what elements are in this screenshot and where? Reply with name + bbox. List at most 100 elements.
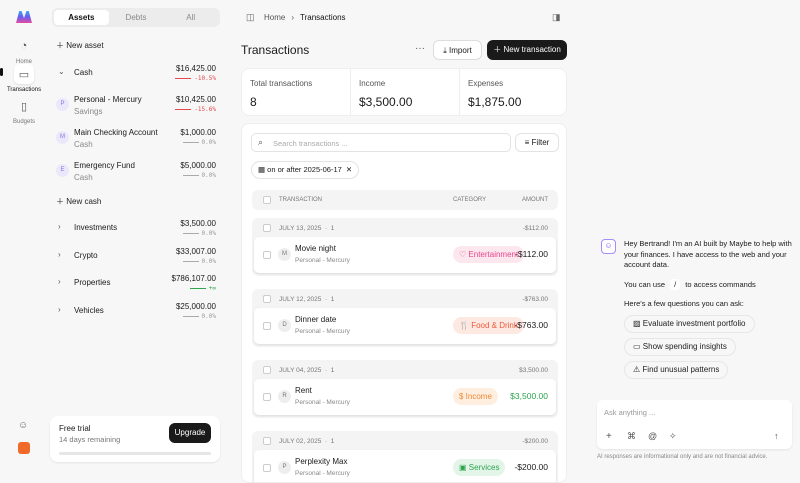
plus-icon: ＋: [56, 197, 67, 206]
page-title: Transactions: [241, 43, 310, 57]
sparkline: [182, 142, 199, 143]
chevron-right-icon: ›: [58, 277, 61, 286]
category-icon: ▣: [459, 463, 469, 472]
chat-input-box[interactable]: Ask anything ... + ⌘ @ ✧ ↑: [597, 400, 792, 449]
category-badge[interactable]: $ Income: [453, 388, 498, 405]
search-icon: ⌕: [258, 137, 264, 147]
tab-debts[interactable]: Debts: [109, 10, 164, 25]
category-icon: $: [459, 392, 466, 401]
transaction-date-group: JULY 13, 2025 · 1 -$112.00 M Movie night…: [252, 218, 558, 276]
group-checkbox[interactable]: [263, 366, 271, 374]
nav-home[interactable]: ◔ Home: [4, 36, 44, 65]
command-icon[interactable]: ⌘: [627, 431, 636, 442]
new-asset-button[interactable]: ＋ New asset: [56, 40, 216, 51]
chart-icon: ▨: [633, 319, 643, 328]
stat-expenses: Expenses $1,875.00: [468, 79, 522, 109]
more-options-icon[interactable]: ···: [415, 43, 425, 54]
group-investments[interactable]: › Investments $3,500.00 0.0%: [56, 219, 216, 239]
account-type-tabs: Assets Debts All: [52, 8, 220, 27]
group-checkbox[interactable]: [263, 224, 271, 232]
transaction-date-group: JULY 02, 2025 · 1 -$200.00 P Perplexity …: [252, 431, 558, 482]
logo[interactable]: [16, 11, 32, 23]
ai-avatar-icon: ☺: [601, 239, 616, 254]
chevron-right-icon: ›: [58, 305, 61, 314]
select-all-checkbox[interactable]: [263, 196, 271, 204]
chat-panel-toggle-icon[interactable]: ◨: [552, 12, 561, 23]
avatar: P: [278, 461, 291, 474]
table-header: TRANSACTION CATEGORY AMOUNT: [252, 190, 558, 210]
upgrade-button[interactable]: Upgrade: [169, 423, 211, 443]
window-icon: ▭: [633, 342, 643, 351]
row-checkbox[interactable]: [263, 322, 271, 330]
mention-icon[interactable]: @: [648, 431, 657, 441]
category-badge[interactable]: ▣ Services: [453, 459, 506, 476]
filter-icon: ≡: [524, 138, 532, 147]
app-nav: ◔ Home ▭ Transactions ▯ Budgets ☺: [0, 0, 48, 470]
avatar: R: [278, 390, 291, 403]
transaction-name[interactable]: Perplexity Max: [295, 457, 347, 466]
tab-assets[interactable]: Assets: [54, 10, 109, 25]
transaction-row[interactable]: P Perplexity Max Personal - Mercury ▣ Se…: [254, 450, 556, 482]
sparkline: [182, 261, 199, 262]
category-badge[interactable]: 🍴 Food & Drink: [453, 317, 524, 334]
category-icon: 🍴: [459, 321, 472, 330]
sidebar-toggle-icon[interactable]: ◫: [246, 12, 255, 23]
account-item[interactable]: M Main Checking Account Cash $1,000.00 0…: [56, 128, 216, 152]
remove-filter-icon[interactable]: ✕: [346, 165, 352, 174]
chevron-right-icon: ›: [58, 250, 61, 259]
import-button[interactable]: ⤓ Import: [433, 40, 482, 60]
row-checkbox[interactable]: [263, 251, 271, 259]
filter-button[interactable]: ≡ Filter: [515, 133, 559, 152]
date-filter-chip[interactable]: ▦ on or after 2025-06-17 ✕: [251, 161, 360, 179]
map-icon: ▯: [20, 100, 28, 113]
row-checkbox[interactable]: [263, 393, 271, 401]
group-vehicles[interactable]: › Vehicles $25,000.00 0.0%: [56, 302, 216, 322]
user-avatar[interactable]: [18, 442, 30, 454]
transaction-name[interactable]: Rent: [295, 386, 312, 395]
sparkle-icon[interactable]: ✧: [669, 431, 677, 442]
avatar: D: [278, 319, 291, 332]
account-item[interactable]: E Emergency Fund Cash $5,000.00 0.0%: [56, 161, 216, 185]
nav-transactions[interactable]: ▭ Transactions: [4, 64, 44, 93]
suggestion-spending-insights[interactable]: ▭ Show spending insights: [624, 338, 736, 356]
row-checkbox[interactable]: [263, 464, 271, 472]
sparkline: [182, 233, 199, 234]
transaction-name[interactable]: Dinner date: [295, 315, 336, 324]
help-icon[interactable]: ☺: [18, 420, 28, 431]
new-cash-button[interactable]: ＋ New cash: [56, 196, 216, 207]
category-icon: ♡: [459, 250, 469, 259]
transaction-name[interactable]: Movie night: [295, 244, 336, 253]
stat-total: Total transactions 8: [242, 69, 351, 115]
group-cash[interactable]: ⌄ Cash $16,425.00 -10.5%: [56, 64, 216, 84]
group-properties[interactable]: › Properties $786,107.00 +∞: [56, 274, 216, 294]
group-checkbox[interactable]: [263, 437, 271, 445]
breadcrumb: Home › Transactions: [264, 13, 346, 22]
account-item[interactable]: P Personal - Mercury Savings $10,425.00 …: [56, 95, 216, 119]
sparkline: [182, 175, 199, 176]
chevron-right-icon: ›: [58, 222, 61, 231]
plus-icon[interactable]: +: [606, 431, 612, 442]
search-input[interactable]: ⌕ Search transactions ...: [251, 133, 511, 152]
main-content: ◫ Home › Transactions ◨ Transactions ··· ⤓…: [230, 0, 580, 483]
group-checkbox[interactable]: [263, 295, 271, 303]
category-badge[interactable]: ♡ Entertainment: [453, 246, 525, 263]
nav-budgets[interactable]: ▯ Budgets: [4, 96, 44, 126]
tab-all[interactable]: All: [163, 10, 218, 25]
send-icon[interactable]: ↑: [774, 431, 779, 441]
suggestion-evaluate-portfolio[interactable]: ▨ Evaluate investment portfolio: [624, 315, 755, 333]
group-crypto[interactable]: › Crypto $33,007.00 0.0%: [56, 247, 216, 267]
suggestion-unusual-patterns[interactable]: ⚠ Find unusual patterns: [624, 361, 729, 379]
transaction-row[interactable]: M Movie night Personal - Mercury ♡ Enter…: [254, 237, 556, 273]
new-transaction-button[interactable]: ＋ New transaction: [487, 40, 567, 60]
avatar: M: [278, 248, 291, 261]
sparkline: [182, 316, 199, 317]
command-key: /: [670, 279, 681, 290]
chat-input[interactable]: Ask anything ...: [604, 408, 655, 417]
warning-icon: ⚠: [633, 365, 643, 374]
transaction-date-group: JULY 12, 2025 · 1 -$763.00 D Dinner date…: [252, 289, 558, 347]
transaction-date-group: JULY 04, 2025 · 1 $3,500.00 R Rent Perso…: [252, 360, 558, 418]
transaction-row[interactable]: R Rent Personal - Mercury $ Income $3,50…: [254, 379, 556, 415]
transaction-row[interactable]: D Dinner date Personal - Mercury 🍴 Food …: [254, 308, 556, 344]
breadcrumb-home[interactable]: Home: [264, 13, 285, 22]
sparkline: [189, 288, 206, 289]
